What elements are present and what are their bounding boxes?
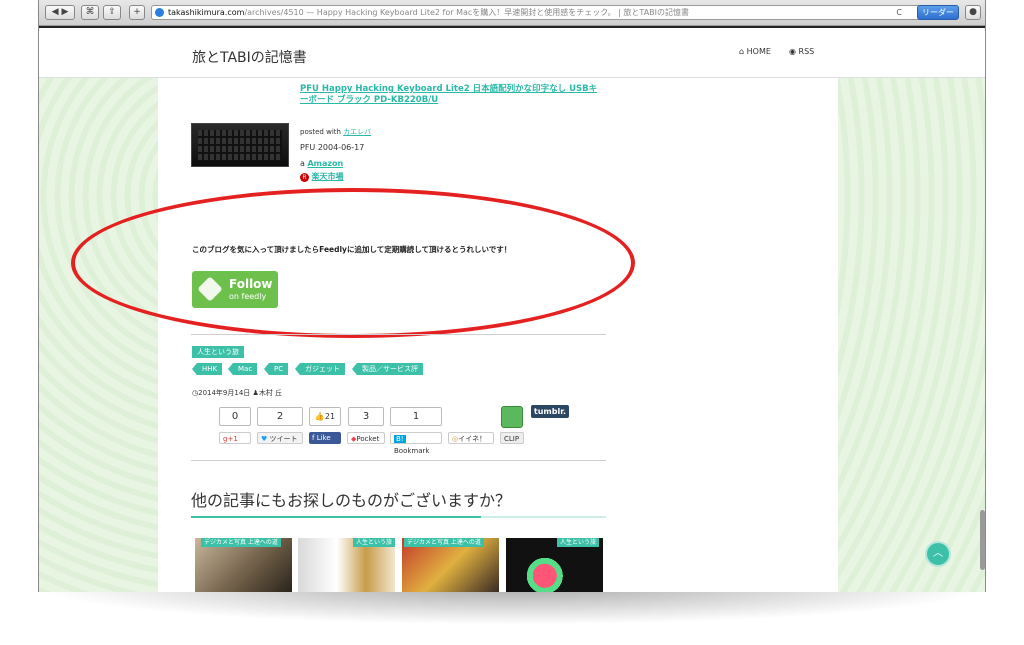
share-icon: ⇪ [108, 7, 116, 17]
forward-icon[interactable]: ▶ [61, 7, 68, 17]
url-path-title: /archives/4510 — Happy Hacking Keyboard … [244, 8, 690, 17]
rss-icon: ◉ [789, 47, 796, 56]
post-meta: ◷2014年9月14日 ♟木村 丘 [192, 388, 282, 398]
share-button[interactable]: ⇪ [103, 5, 121, 20]
iine-label: イイネ！ [458, 435, 487, 443]
reload-icon[interactable]: C [896, 6, 902, 19]
tag-product-review[interactable]: 製品／サービス評 [352, 363, 423, 375]
tag-pc[interactable]: PC [263, 363, 289, 375]
posted-with: posted with カエレバ [300, 127, 371, 137]
related-underline-accent [191, 516, 481, 518]
pocket-label: Pocket [356, 435, 380, 443]
browser-toolbar: ◀ ▶ ⌘ ⇪ + takashikimura.com/archives/451… [39, 0, 985, 26]
back-forward-buttons[interactable]: ◀ ▶ [45, 5, 75, 20]
kaereba-link[interactable]: カエレバ [343, 128, 371, 136]
bookmark-label: Bookmark [394, 447, 430, 455]
divider [191, 334, 606, 335]
hatena-count: 1 [390, 407, 442, 426]
back-icon[interactable]: ◀ [52, 7, 59, 17]
maker-date: PFU 2004-06-17 [300, 143, 365, 152]
related-thumb-4[interactable]: 人生という旅 [506, 538, 603, 592]
home-icon: ⌂ [739, 47, 745, 56]
gplus-label: +1 [227, 435, 238, 443]
nav-home[interactable]: ⌂ HOME [739, 47, 771, 56]
amazon-row: a Amazon [300, 159, 343, 168]
related-thumb-1-label: デジカメと写真 上達への道 [201, 538, 281, 547]
like-label: Like [316, 434, 331, 442]
twitter-icon: ♥ [261, 435, 268, 443]
amazon-icon: a [300, 159, 305, 168]
pocket-button[interactable]: ◆Pocket [347, 432, 385, 444]
tag-hhk[interactable]: HHK [191, 363, 223, 375]
back-to-top-button[interactable]: ︿ [925, 541, 951, 567]
related-thumb-3[interactable]: デジカメと写真 上達への道 [402, 538, 499, 592]
product-title-link[interactable]: PFU Happy Hacking Keyboard Lite2 日本語配列かな… [300, 84, 605, 106]
thumb-up-icon: 👍 [314, 412, 325, 421]
category-tag[interactable]: 人生という旅 [192, 346, 244, 358]
download-icon: ● [969, 7, 977, 17]
history-button[interactable]: ⌘ [81, 5, 99, 20]
nav-rss-label: RSS [798, 47, 815, 56]
red-annotation-ellipse [71, 188, 635, 338]
mixi-iine-button[interactable]: ◎イイネ！ [448, 432, 494, 444]
rakuten-icon: R [300, 173, 309, 182]
facebook-like-button[interactable]: f Like [309, 432, 341, 444]
new-tab-button[interactable]: + [129, 5, 145, 20]
posted-with-prefix: posted with [300, 128, 341, 136]
amazon-link[interactable]: Amazon [307, 159, 343, 168]
related-thumb-3-label: デジカメと写真 上達への道 [404, 538, 484, 547]
related-thumb-1[interactable]: デジカメと写真 上達への道 [195, 538, 292, 592]
hatena-bookmark-button[interactable]: B! Bookmark [390, 432, 442, 455]
clip-button[interactable]: CLIP [500, 432, 524, 444]
tweet-button[interactable]: ♥ ツイート [257, 432, 303, 444]
related-thumb-4-label: 人生という旅 [556, 538, 599, 547]
tag-mac[interactable]: Mac [227, 363, 258, 375]
like-count: 👍21 [309, 407, 341, 426]
divider [191, 460, 606, 461]
history-icon: ⌘ [85, 7, 95, 17]
tweet-label: ツイート [269, 435, 298, 443]
post-author[interactable]: 木村 丘 [259, 389, 282, 397]
facebook-icon: f [312, 434, 315, 442]
gplus-count: 0 [219, 407, 251, 426]
globe-icon [155, 8, 164, 17]
scrollbar-thumb[interactable] [980, 510, 985, 570]
post-date: 2014年9月14日 [198, 389, 251, 397]
url-bar[interactable]: takashikimura.com/archives/4510 — Happy … [151, 5, 951, 20]
url-domain: takashikimura.com [168, 8, 245, 17]
site-title[interactable]: 旅とTABIの記憶書 [192, 47, 307, 67]
browser-window: ◀ ▶ ⌘ ⇪ + takashikimura.com/archives/451… [38, 0, 986, 592]
rakuten-row: R 楽天市場 [300, 171, 344, 182]
downloads-button[interactable]: ● [965, 5, 981, 20]
plus-icon: + [133, 7, 141, 17]
related-title: 他の記事にもお探しのものがございますか？ [191, 491, 512, 510]
keyboard-keys [198, 130, 282, 160]
rakuten-link[interactable]: 楽天市場 [312, 172, 344, 181]
nav-rss[interactable]: ◉ RSS [789, 47, 814, 56]
reader-button[interactable]: リーダー [917, 5, 959, 20]
related-thumb-2[interactable]: 人生という旅 [298, 538, 395, 592]
chevron-up-icon: ︿ [933, 548, 943, 559]
hatena-icon: B! [394, 435, 406, 443]
evernote-icon[interactable] [501, 406, 523, 428]
tumblr-button[interactable]: tumblr. [531, 405, 569, 418]
related-thumb-2-label: 人生という旅 [352, 538, 395, 547]
keyboard-product-image[interactable] [191, 123, 289, 167]
tweet-count: 2 [257, 407, 303, 426]
nav-home-label: HOME [746, 47, 771, 56]
site-header [39, 28, 985, 78]
like-count-value: 21 [324, 412, 336, 421]
gplus-button[interactable]: g+1 [219, 432, 251, 444]
tag-gadget[interactable]: ガジェット [295, 363, 345, 375]
pocket-count: 3 [348, 407, 384, 426]
